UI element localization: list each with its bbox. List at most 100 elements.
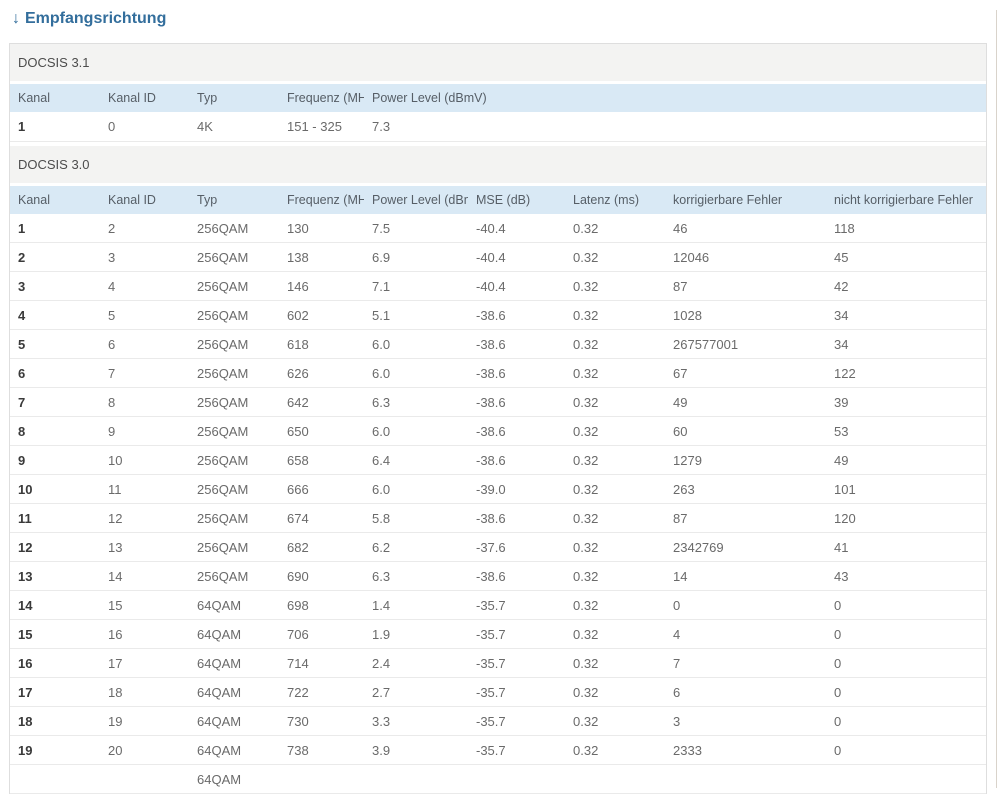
column-header: korrigierbare Fehler — [665, 186, 826, 214]
cell: 0.32 — [565, 706, 665, 736]
cell: -37.6 — [468, 532, 565, 562]
cell: 706 — [279, 619, 364, 649]
cell: 256QAM — [189, 387, 279, 417]
cell: 0.32 — [565, 474, 665, 504]
cell: 7 — [100, 358, 189, 388]
cell: 64QAM — [189, 735, 279, 765]
cell: 138 — [279, 242, 364, 272]
column-header: Kanal — [10, 84, 100, 112]
cell: -38.6 — [468, 358, 565, 388]
cell: 17 — [100, 648, 189, 678]
cell: 6.0 — [364, 474, 468, 504]
cell: 0.32 — [565, 532, 665, 562]
cell: 6.0 — [364, 358, 468, 388]
column-header: Typ — [189, 186, 279, 214]
cell: -38.6 — [468, 300, 565, 330]
cell: 666 — [279, 474, 364, 504]
cell: 263 — [665, 474, 826, 504]
cell: 120 — [826, 503, 986, 533]
cell: 0.32 — [565, 271, 665, 301]
table-row: 1 2 256QAM 130 7.5 -40.4 0.32 46 118 — [10, 214, 986, 243]
cell: 11 — [10, 503, 100, 533]
partial-row-clipped: 64QAM — [10, 764, 986, 794]
cell: 5.8 — [364, 503, 468, 533]
cell — [826, 764, 986, 794]
cell: 87 — [665, 503, 826, 533]
cell: 722 — [279, 677, 364, 707]
table-row: 14 15 64QAM 698 1.4 -35.7 0.32 0 0 — [10, 590, 986, 620]
cell: 3.9 — [364, 735, 468, 765]
cell: 49 — [665, 387, 826, 417]
column-header: Latenz (ms) — [565, 186, 665, 214]
cell: 118 — [826, 214, 986, 243]
cell: 2 — [10, 242, 100, 272]
table-row: 18 19 64QAM 730 3.3 -35.7 0.32 3 0 — [10, 706, 986, 736]
table-row: 2 3 256QAM 138 6.9 -40.4 0.32 12046 45 — [10, 242, 986, 272]
cell: 0 — [100, 112, 189, 142]
cell: 698 — [279, 590, 364, 620]
cell: 34 — [826, 329, 986, 359]
cell: 34 — [826, 300, 986, 330]
cell: 0.32 — [565, 619, 665, 649]
page-title-text: Empfangsrichtung — [25, 10, 167, 27]
cell: 0 — [665, 590, 826, 620]
cell: 256QAM — [189, 561, 279, 591]
table-docsis31: KanalKanal IDTypFrequenz (MHz)Power Leve… — [10, 84, 986, 142]
cell: 3.3 — [364, 706, 468, 736]
cell: 41 — [826, 532, 986, 562]
cell: -35.7 — [468, 619, 565, 649]
page-title: ↓ Empfangsrichtung — [12, 10, 999, 28]
cell — [279, 764, 364, 794]
cell: -38.6 — [468, 387, 565, 417]
cell: 256QAM — [189, 532, 279, 562]
down-arrow-icon: ↓ — [12, 10, 20, 27]
cell: 0.32 — [565, 735, 665, 765]
cell: 0 — [826, 735, 986, 765]
cell: -35.7 — [468, 735, 565, 765]
cell: 7 — [10, 387, 100, 417]
cell: 5 — [100, 300, 189, 330]
cell: 256QAM — [189, 214, 279, 243]
cell: -38.6 — [468, 416, 565, 446]
cell: 602 — [279, 300, 364, 330]
table-header-row: KanalKanal IDTypFrequenz (MHz)Power Leve… — [10, 186, 986, 214]
cell: 674 — [279, 503, 364, 533]
table-row: 1 0 4K 151 - 325 7.3 — [10, 112, 986, 142]
cell: 256QAM — [189, 242, 279, 272]
cell: 18 — [10, 706, 100, 736]
cell: 256QAM — [189, 329, 279, 359]
cell: -40.4 — [468, 242, 565, 272]
cell: 626 — [279, 358, 364, 388]
cell: 6.3 — [364, 561, 468, 591]
cell: 256QAM — [189, 416, 279, 446]
cell: 690 — [279, 561, 364, 591]
cell: 0 — [826, 706, 986, 736]
cell: 151 - 325 — [279, 112, 364, 142]
table-docsis30: KanalKanal IDTypFrequenz (MHz)Power Leve… — [10, 186, 986, 794]
cell: 146 — [279, 271, 364, 301]
cell: 7 — [665, 648, 826, 678]
column-header: Power Level (dBmV) — [364, 84, 986, 112]
cell: 0.32 — [565, 648, 665, 678]
cell: 7.1 — [364, 271, 468, 301]
cell: 0.32 — [565, 358, 665, 388]
table-header-row: KanalKanal IDTypFrequenz (MHz)Power Leve… — [10, 84, 986, 112]
cell: 256QAM — [189, 358, 279, 388]
column-header: Kanal ID — [100, 186, 189, 214]
column-header: nicht korrigierbare Fehler — [826, 186, 986, 214]
cell: 6.3 — [364, 387, 468, 417]
window-edge-divider — [996, 10, 997, 788]
cell: 12046 — [665, 242, 826, 272]
cell — [468, 764, 565, 794]
cell: 267577001 — [665, 329, 826, 359]
channel-info-panel: DOCSIS 3.1 KanalKanal IDTypFrequenz (MHz… — [9, 43, 987, 794]
table-row: 3 4 256QAM 146 7.1 -40.4 0.32 87 42 — [10, 271, 986, 301]
cell: 18 — [100, 677, 189, 707]
cell: 1279 — [665, 445, 826, 475]
cell — [665, 764, 826, 794]
section-header-docsis30: DOCSIS 3.0 — [10, 146, 986, 186]
cell: 9 — [10, 445, 100, 475]
cell: -35.7 — [468, 706, 565, 736]
cell: 6 — [10, 358, 100, 388]
cell: 14 — [10, 590, 100, 620]
